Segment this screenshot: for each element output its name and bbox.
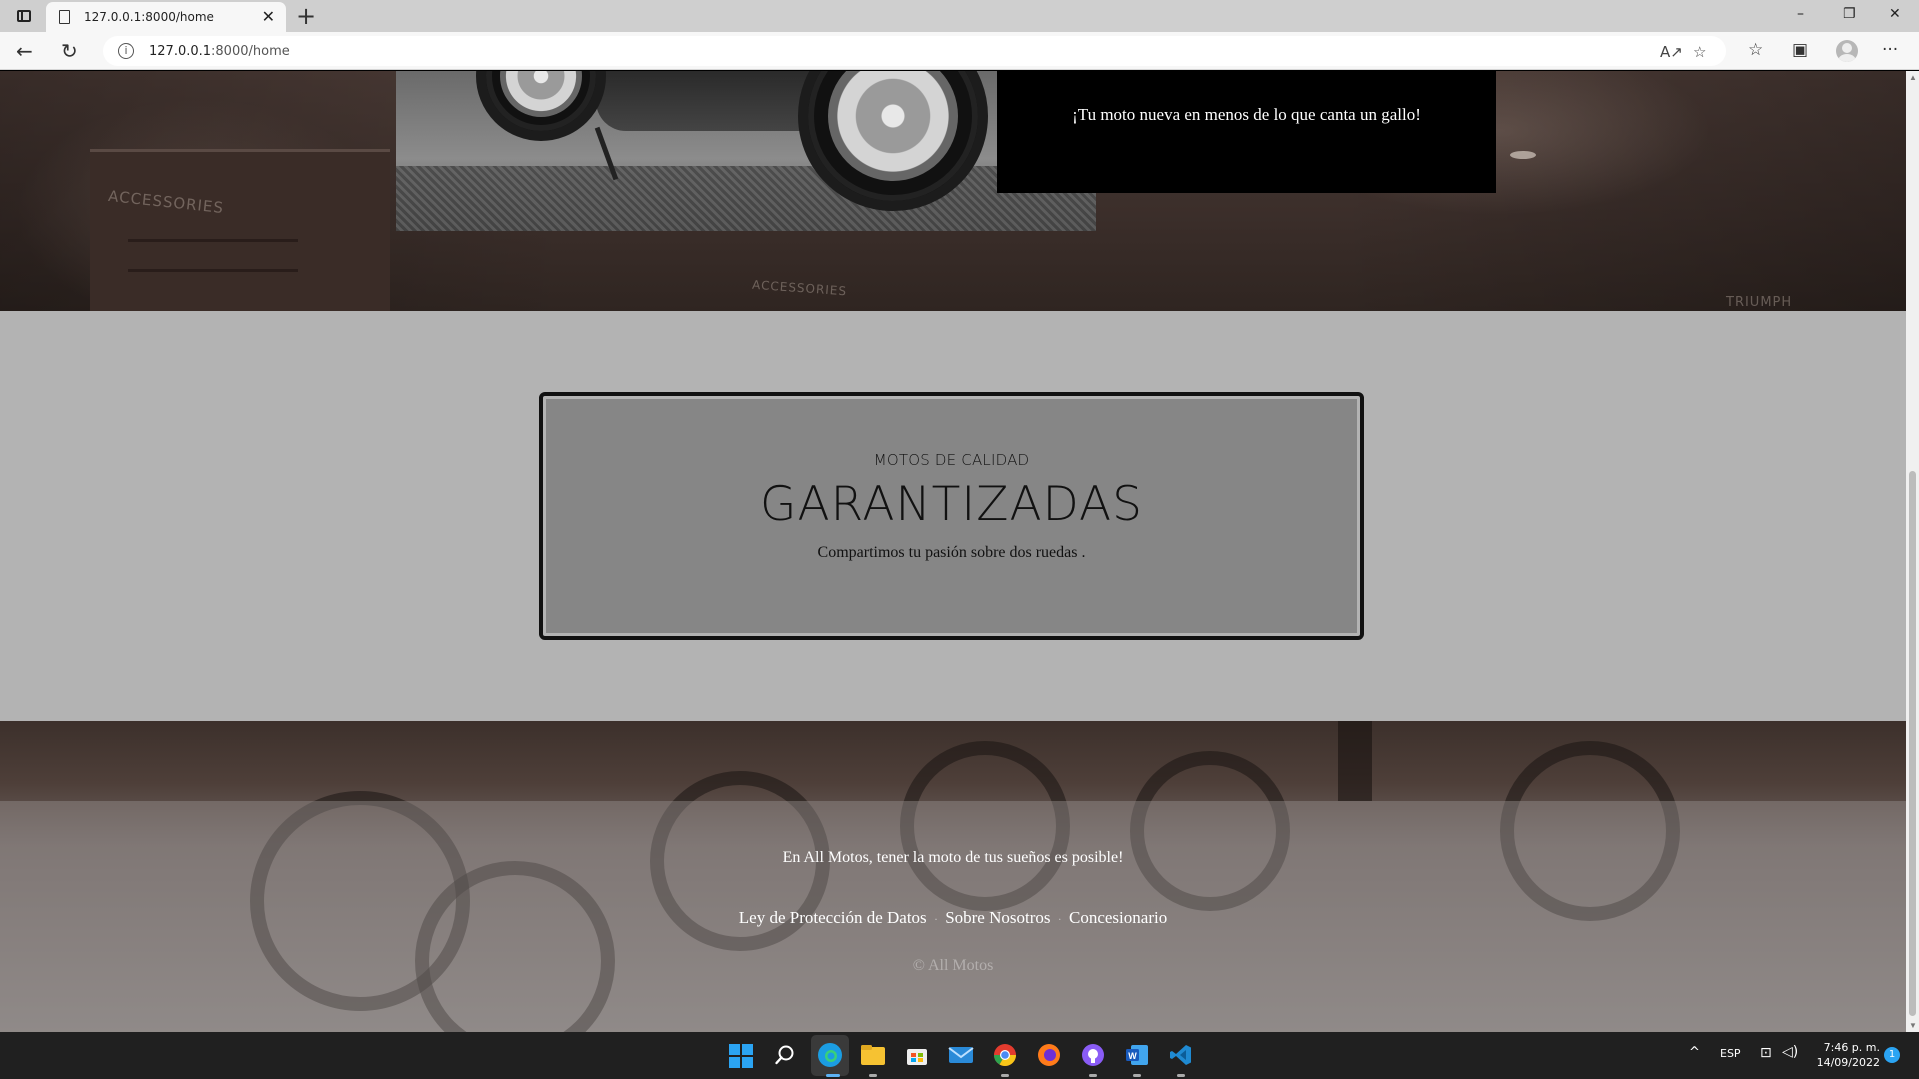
edge-icon[interactable] — [817, 1042, 843, 1068]
running-indicator — [1089, 1074, 1097, 1077]
volume-icon[interactable]: ◁) — [1782, 1044, 1798, 1060]
store-icon[interactable] — [904, 1042, 930, 1068]
network-icon[interactable]: ⊡ — [1760, 1045, 1772, 1061]
brand-sign: TRIUMPH — [1726, 295, 1793, 310]
shelf — [128, 269, 298, 272]
promo-text: ¡Tu moto nueva en menos de lo que canta … — [1072, 105, 1421, 124]
running-indicator — [869, 1074, 877, 1077]
address-bar[interactable]: i 127.0.0.1:8000/home A↗ ☆ — [103, 36, 1726, 66]
browser-toolbar: ← ↻ i 127.0.0.1:8000/home A↗ ☆ ☆ ▣ ··· — [0, 32, 1919, 70]
running-indicator — [1177, 1074, 1185, 1077]
running-indicator — [1133, 1074, 1141, 1077]
dealership-link[interactable]: Concesionario — [1069, 908, 1167, 927]
new-tab-button[interactable]: + — [296, 2, 316, 30]
scrollbar-thumb[interactable] — [1909, 471, 1916, 1016]
asphalt — [396, 166, 1096, 231]
url-path: :8000/home — [211, 44, 290, 59]
link-separator: · — [1057, 912, 1062, 926]
favorites-icon[interactable]: ☆ — [1748, 40, 1763, 60]
mail-icon[interactable] — [948, 1042, 974, 1068]
notification-badge[interactable]: 1 — [1884, 1047, 1900, 1063]
front-rim — [828, 71, 958, 181]
promo-box: ¡Tu moto nueva en menos de lo que canta … — [997, 71, 1496, 193]
reload-button[interactable]: ↻ — [61, 39, 78, 63]
tray-overflow-icon[interactable]: ^ — [1689, 1045, 1700, 1060]
rear-rim — [500, 71, 582, 117]
quality-kicker: MOTOS DE CALIDAD — [873, 451, 1030, 469]
accessories-display — [90, 149, 390, 311]
footer-links: Ley de Protección de Datos · Sobre Nosot… — [0, 908, 1906, 928]
privacy-law-link[interactable]: Ley de Protección de Datos — [739, 908, 927, 927]
svg-text:W: W — [1128, 1051, 1137, 1061]
footer-slogan: En All Motos, tener la moto de tus sueño… — [782, 849, 1124, 866]
pillar — [1338, 721, 1372, 801]
ceiling-lamp — [1510, 151, 1536, 159]
quality-card: MOTOS DE CALIDAD GARANTIZADAS Compartimo… — [539, 392, 1364, 640]
page-scrollbar[interactable]: ▲ ▼ — [1906, 71, 1919, 1032]
hero-section: ACCESSORIES ACCESSORIES TRIUMPH ¡Tu moto… — [0, 71, 1906, 311]
word-icon[interactable]: W — [1124, 1042, 1150, 1068]
browser-tab-home[interactable]: 127.0.0.1:8000/home ✕ — [46, 2, 286, 32]
page-icon — [59, 10, 70, 24]
windows-taskbar: W ^ ESP ⊡ ◁) 7:46 p. m. 14/09/2022 1 — [0, 1032, 1919, 1079]
quality-title: GARANTIZADAS — [760, 477, 1143, 532]
browser-tab-bar: 127.0.0.1:8000/home ✕ + – ❐ ✕ — [0, 0, 1919, 32]
tab-title: 127.0.0.1:8000/home — [84, 10, 214, 24]
file-explorer-icon[interactable] — [860, 1042, 886, 1068]
back-button[interactable]: ← — [16, 39, 33, 63]
add-favorite-icon[interactable]: ☆ — [1693, 43, 1706, 61]
quality-section: MOTOS DE CALIDAD GARANTIZADAS Compartimo… — [0, 311, 1906, 721]
link-separator: · — [933, 912, 938, 926]
minimize-button[interactable]: – — [1797, 6, 1804, 22]
motorcycle-image — [396, 71, 1096, 231]
more-menu-icon[interactable]: ··· — [1882, 40, 1898, 60]
chrome-icon[interactable] — [992, 1042, 1018, 1068]
running-indicator — [1001, 1074, 1009, 1077]
site-info-icon[interactable]: i — [118, 43, 134, 59]
firefox-icon[interactable] — [1036, 1042, 1062, 1068]
vscode-icon[interactable] — [1168, 1042, 1194, 1068]
search-icon[interactable] — [772, 1042, 798, 1068]
language-indicator[interactable]: ESP — [1720, 1047, 1741, 1060]
url-host: 127.0.0.1 — [149, 44, 212, 59]
quality-card-inner: MOTOS DE CALIDAD GARANTIZADAS Compartimo… — [546, 399, 1357, 633]
read-aloud-icon[interactable]: A↗ — [1660, 43, 1683, 61]
rear-wheel — [476, 71, 606, 141]
shelf — [128, 239, 298, 242]
scroll-up-icon[interactable]: ▲ — [1909, 73, 1917, 82]
about-us-link[interactable]: Sobre Nosotros — [945, 908, 1050, 927]
tab-close-icon[interactable]: ✕ — [262, 7, 275, 26]
running-indicator — [826, 1074, 840, 1077]
close-window-button[interactable]: ✕ — [1889, 6, 1901, 22]
restore-button[interactable]: ❐ — [1843, 6, 1856, 22]
tab-actions-menu-icon[interactable] — [14, 7, 34, 25]
quality-subtitle: Compartimos tu pasión sobre dos ruedas . — [817, 544, 1086, 561]
system-clock[interactable]: 7:46 p. m. 14/09/2022 — [1810, 1040, 1880, 1070]
collections-icon[interactable]: ▣ — [1792, 40, 1808, 60]
footer-section: En All Motos, tener la moto de tus sueño… — [0, 721, 1906, 1032]
footer-copyright: © All Motos — [912, 957, 994, 974]
start-button[interactable] — [729, 1044, 753, 1068]
clock-date: 14/09/2022 — [1816, 1056, 1880, 1069]
page-viewport: ACCESSORIES ACCESSORIES TRIUMPH ¡Tu moto… — [0, 71, 1906, 1032]
scroll-down-icon[interactable]: ▼ — [1909, 1021, 1917, 1030]
url-text[interactable]: 127.0.0.1:8000/home — [149, 44, 290, 59]
profile-avatar[interactable] — [1836, 40, 1858, 62]
github-desktop-icon[interactable] — [1080, 1042, 1106, 1068]
clock-time: 7:46 p. m. — [1823, 1041, 1880, 1054]
